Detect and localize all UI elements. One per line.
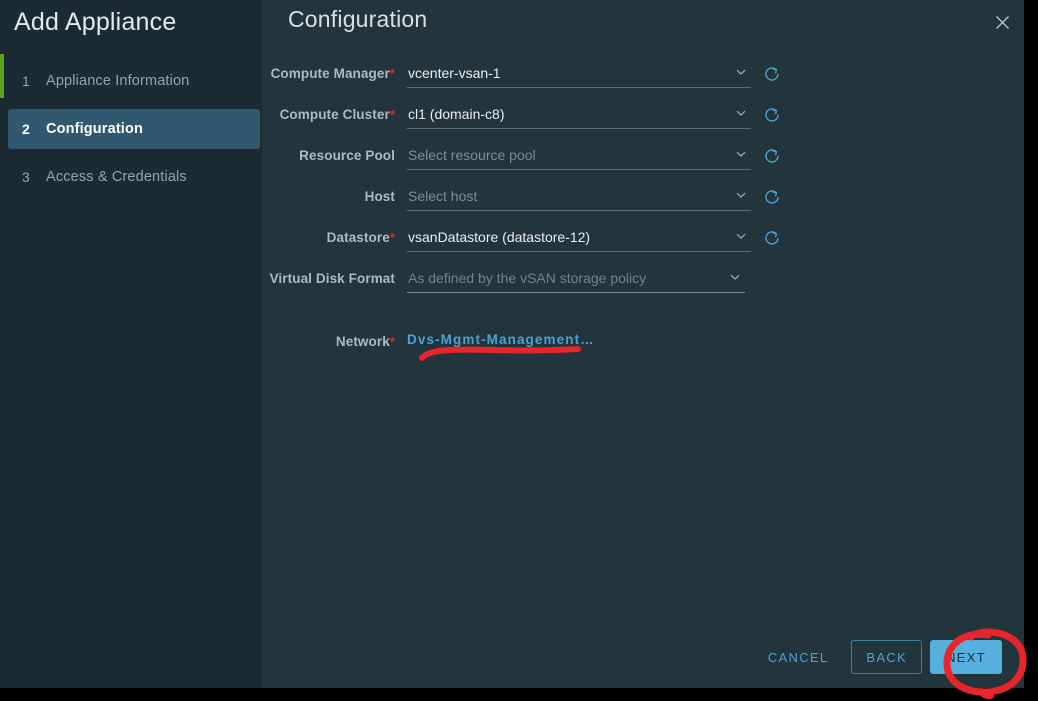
step-number: 2 (22, 121, 30, 137)
field-label: Resource Pool (299, 148, 395, 163)
sidebar-step-access-credentials[interactable]: 3 Access & Credentials (8, 157, 260, 197)
chevron-down-icon (735, 230, 747, 242)
required-asterisk: * (389, 107, 395, 122)
step-label: Appliance Information (46, 73, 190, 89)
configuration-form: Compute Manager* vcenter-vsan-1 Compute … (262, 62, 1024, 370)
refresh-icon[interactable] (763, 188, 781, 206)
form-row-compute-cluster: Compute Cluster* cl1 (domain-c8) (262, 103, 1024, 144)
back-button[interactable]: BACK (851, 640, 922, 674)
required-asterisk: * (389, 334, 395, 349)
refresh-icon[interactable] (763, 65, 781, 83)
field-value: As defined by the vSAN storage policy (408, 270, 647, 286)
sidebar-step-appliance-information[interactable]: 1 Appliance Information (0, 54, 260, 101)
field-label: Virtual Disk Format (269, 271, 395, 286)
chevron-down-icon (735, 189, 747, 201)
required-asterisk: * (389, 230, 395, 245)
step-number: 3 (22, 169, 30, 185)
field-label: Network* (335, 334, 395, 349)
wizard-steps: 1 Appliance Information 2 Configuration … (0, 54, 262, 197)
field-value: cl1 (domain-c8) (408, 106, 505, 122)
datastore-select[interactable]: vsanDatastore (datastore-12) (407, 226, 751, 252)
required-asterisk: * (389, 66, 395, 81)
field-value: Select host (408, 188, 478, 204)
close-icon[interactable] (984, 4, 1020, 40)
refresh-icon[interactable] (763, 106, 781, 124)
step-label: Configuration (46, 121, 143, 137)
wizard-sidebar: Add Appliance 1 Appliance Information 2 … (0, 0, 262, 688)
next-button[interactable]: NEXT (930, 640, 1002, 674)
field-value: Select resource pool (408, 147, 536, 163)
resource-pool-select[interactable]: Select resource pool (407, 144, 751, 170)
form-row-host: Host Select host (262, 185, 1024, 226)
form-row-datastore: Datastore* vsanDatastore (datastore-12) (262, 226, 1024, 267)
refresh-icon[interactable] (763, 147, 781, 165)
form-row-network: Network* Dvs-Mgmt-Management… (262, 330, 1024, 370)
add-appliance-dialog: Add Appliance 1 Appliance Information 2 … (0, 0, 1024, 688)
compute-manager-select[interactable]: vcenter-vsan-1 (407, 62, 751, 88)
field-label: Datastore* (326, 230, 395, 245)
dialog-footer: CANCEL BACK NEXT (753, 640, 1002, 674)
dialog-main-pane: Configuration Compute Manager* vcenter-v… (262, 0, 1024, 688)
step-number: 1 (22, 73, 30, 89)
chevron-down-icon (735, 148, 747, 160)
chevron-down-icon (735, 107, 747, 119)
refresh-icon[interactable] (763, 229, 781, 247)
field-label: Compute Cluster* (279, 107, 395, 122)
step-label: Access & Credentials (46, 169, 187, 185)
sidebar-step-configuration[interactable]: 2 Configuration (8, 109, 260, 149)
host-select[interactable]: Select host (407, 185, 751, 211)
form-row-compute-manager: Compute Manager* vcenter-vsan-1 (262, 62, 1024, 103)
field-label: Host (364, 189, 395, 204)
field-label: Compute Manager* (270, 66, 395, 81)
field-value: vsanDatastore (datastore-12) (408, 229, 591, 245)
page-title: Configuration (288, 6, 428, 32)
chevron-down-icon (729, 271, 741, 283)
cancel-button[interactable]: CANCEL (753, 640, 844, 674)
form-row-virtual-disk-format: Virtual Disk Format As defined by the vS… (262, 267, 1024, 308)
form-row-resource-pool: Resource Pool Select resource pool (262, 144, 1024, 185)
network-link[interactable]: Dvs-Mgmt-Management… (407, 330, 595, 347)
virtual-disk-format-select: As defined by the vSAN storage policy (407, 267, 745, 293)
compute-cluster-select[interactable]: cl1 (domain-c8) (407, 103, 751, 129)
chevron-down-icon (735, 66, 747, 78)
wizard-title: Add Appliance (14, 8, 177, 36)
field-value: vcenter-vsan-1 (408, 65, 501, 81)
